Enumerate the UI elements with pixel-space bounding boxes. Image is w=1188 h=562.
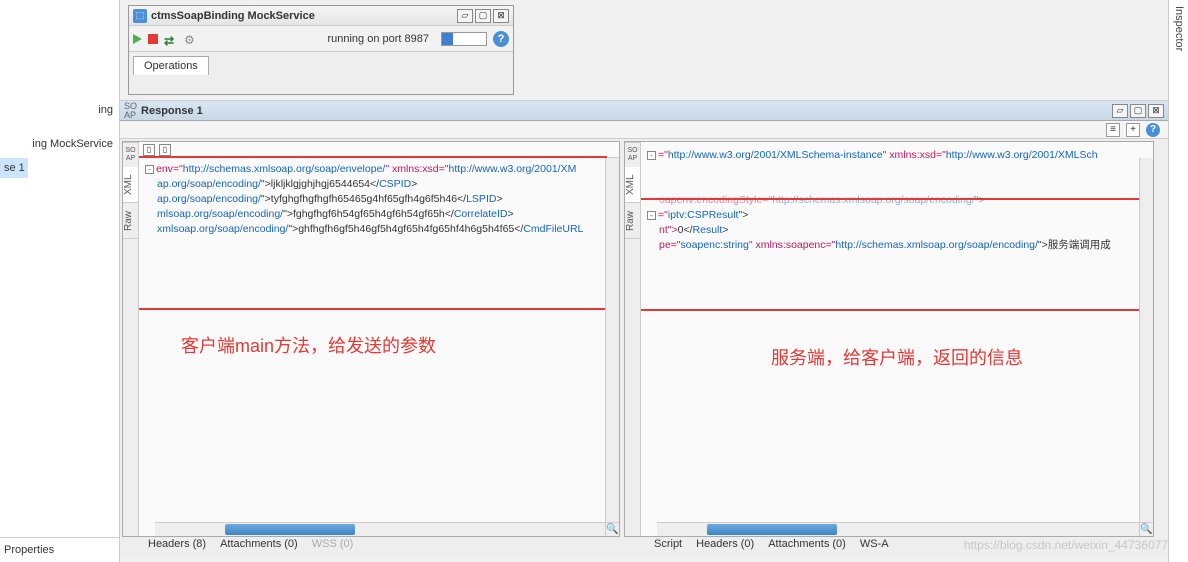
vertical-tabs: SO AP XML Raw: [625, 142, 641, 536]
add-button[interactable]: +: [1126, 123, 1140, 137]
detach-button[interactable]: ▱: [1112, 104, 1128, 118]
toolbar: ⇄ ⚙ running on port 8987 ?: [129, 26, 513, 52]
mock-service-window: ⬚ ctmsSoapBinding MockService ▱ ▢ ⊠ ⇄ ⚙ …: [128, 5, 514, 95]
tab-attachments[interactable]: Attachments (0): [768, 538, 846, 550]
tab-headers[interactable]: Headers (0): [696, 538, 754, 550]
maximize-button[interactable]: ▢: [475, 9, 491, 23]
response-titlebar: SOAP Response 1 ▱ ▢ ⊠: [120, 101, 1168, 121]
inspector-panel[interactable]: Inspector: [1168, 0, 1188, 562]
tab-xml[interactable]: XML: [123, 167, 138, 203]
window-icon: ⬚: [133, 9, 147, 23]
sidebar-item[interactable]: ing: [0, 100, 119, 120]
help-icon[interactable]: ?: [1146, 123, 1160, 137]
tab-operations[interactable]: Operations: [133, 56, 209, 75]
play-icon[interactable]: [133, 34, 142, 44]
vertical-scrollbar[interactable]: [605, 158, 619, 522]
tab-headers[interactable]: Headers (8): [148, 538, 206, 550]
zoom-icon[interactable]: 🔍: [605, 522, 619, 536]
annotation-text: 服务端，给客户端，返回的信息: [771, 344, 1023, 370]
request-editor[interactable]: ▯ ▯ -env="http://schemas.xmlsoap.org/soa…: [139, 142, 619, 536]
zoom-icon[interactable]: 🔍: [1139, 522, 1153, 536]
response-toolbar: ≡ + ?: [120, 121, 1168, 139]
watermark: https://blog.csdn.net/weixin_44736077: [964, 538, 1168, 552]
annotation-text: 客户端main方法，给发送的参数: [181, 332, 436, 358]
response-pane: SO AP XML Raw -="http://www.w3.org/2001/…: [624, 141, 1154, 537]
close-button[interactable]: ⊠: [493, 9, 509, 23]
tool-button[interactable]: ▯: [159, 144, 171, 156]
response-editor[interactable]: -="http://www.w3.org/2001/XMLSchema-inst…: [641, 142, 1153, 536]
tab-attachments[interactable]: Attachments (0): [220, 538, 298, 550]
response-icon: SOAP: [124, 102, 137, 120]
sidebar-item[interactable]: ing MockService: [0, 134, 119, 154]
loop-icon[interactable]: ⇄: [164, 34, 178, 44]
sidebar-item-selected[interactable]: se 1: [0, 158, 28, 178]
tool-button[interactable]: ▯: [143, 144, 155, 156]
maximize-button[interactable]: ▢: [1130, 104, 1146, 118]
code-content: -env="http://schemas.xmlsoap.org/soap/en…: [139, 158, 619, 241]
inspector-label: Inspector: [1173, 6, 1185, 51]
bottom-tabs-left: Headers (8) Attachments (0) WSS (0): [148, 533, 353, 555]
vertical-tabs: SO AP XML Raw: [123, 142, 139, 536]
stop-icon[interactable]: [148, 34, 158, 44]
gear-icon[interactable]: ⚙: [184, 33, 196, 45]
properties-label[interactable]: Properties: [0, 537, 119, 562]
bottom-tabs-right: Script Headers (0) Attachments (0) WS-A: [654, 533, 889, 555]
tab-soap[interactable]: SO AP: [123, 142, 138, 167]
response-window: SOAP Response 1 ▱ ▢ ⊠ ≡ + ? SO AP XML Ra…: [120, 100, 1168, 555]
tab-raw[interactable]: Raw: [625, 203, 640, 239]
tab-raw[interactable]: Raw: [123, 203, 138, 239]
close-button[interactable]: ⊠: [1148, 104, 1164, 118]
progress-bar: [441, 32, 487, 46]
titlebar: ⬚ ctmsSoapBinding MockService ▱ ▢ ⊠: [129, 6, 513, 26]
left-sidebar: ing ing MockService se 1 Properties: [0, 0, 120, 562]
tab-script[interactable]: Script: [654, 538, 682, 550]
tab-soap[interactable]: SO AP: [625, 142, 640, 167]
detach-button[interactable]: ▱: [457, 9, 473, 23]
tab-xml[interactable]: XML: [625, 167, 640, 203]
request-pane: SO AP XML Raw ▯ ▯ -env="http://schemas.x…: [122, 141, 620, 537]
code-content: -="http://www.w3.org/2001/XMLSchema-inst…: [641, 142, 1153, 257]
tab-wsa[interactable]: WS-A: [860, 538, 889, 550]
response-title: Response 1: [141, 105, 1112, 117]
validate-button[interactable]: ≡: [1106, 123, 1120, 137]
editor-toolbar: ▯ ▯: [139, 142, 619, 158]
help-icon[interactable]: ?: [493, 31, 509, 47]
vertical-scrollbar[interactable]: [1139, 158, 1153, 522]
window-title: ctmsSoapBinding MockService: [151, 10, 457, 22]
status-text: running on port 8987: [202, 33, 435, 45]
tab-wss[interactable]: WSS (0): [312, 538, 354, 550]
